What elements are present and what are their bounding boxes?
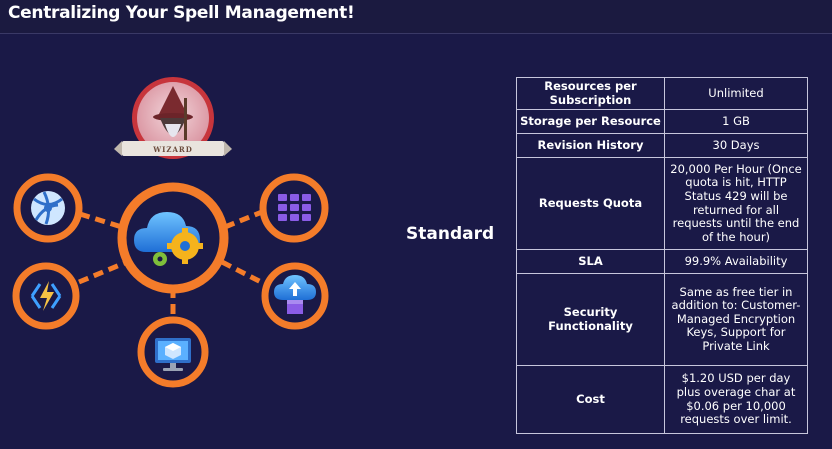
row-key: Resources per Subscription [516,77,665,110]
row-value: $1.20 USD per day plus overage char at $… [664,365,808,434]
table-row: Security Functionality Same as free tier… [516,273,808,366]
row-key: Storage per Resource [516,109,665,134]
table-row: Requests Quota 20,000 Per Hour (Once quo… [516,157,808,250]
satellite-node-globe[interactable] [13,173,83,243]
row-key: Revision History [516,133,665,158]
table-row: Resources per Subscription Unlimited [516,77,808,110]
satellite-node-vm[interactable] [137,316,209,388]
wizard-avatar: WIZARD [114,77,232,159]
row-key: Cost [516,365,665,434]
satellite-node-cubes[interactable] [259,173,329,243]
cube-grid-icon [278,194,311,221]
hub-node[interactable] [117,182,229,294]
table-row: Cost $1.20 USD per day plus overage char… [516,365,808,434]
row-value: Unlimited [664,77,808,110]
table-row: Revision History 30 Days [516,133,808,158]
row-key: Security Functionality [516,273,665,366]
row-value: 1 GB [664,109,808,134]
globe-network-icon [31,191,65,225]
table-row: SLA 99.9% Availability [516,249,808,274]
tier-spec-table: Resources per Subscription Unlimited Sto… [516,77,808,434]
row-key: Requests Quota [516,157,665,250]
satellite-node-functions[interactable] [12,262,80,330]
service-diagram: WIZARD [12,77,329,388]
wizard-badge-label: WIZARD [152,145,193,154]
satellite-node-upload[interactable] [261,262,329,330]
table-row: Storage per Resource 1 GB [516,109,808,134]
row-key: SLA [516,249,665,274]
row-value: 99.9% Availability [664,249,808,274]
row-value: 20,000 Per Hour (Once quota is hit, HTTP… [664,157,808,250]
row-value: 30 Days [664,133,808,158]
tier-label: Standard [406,224,495,244]
row-value: Same as free tier in addition to: Custom… [664,273,808,366]
